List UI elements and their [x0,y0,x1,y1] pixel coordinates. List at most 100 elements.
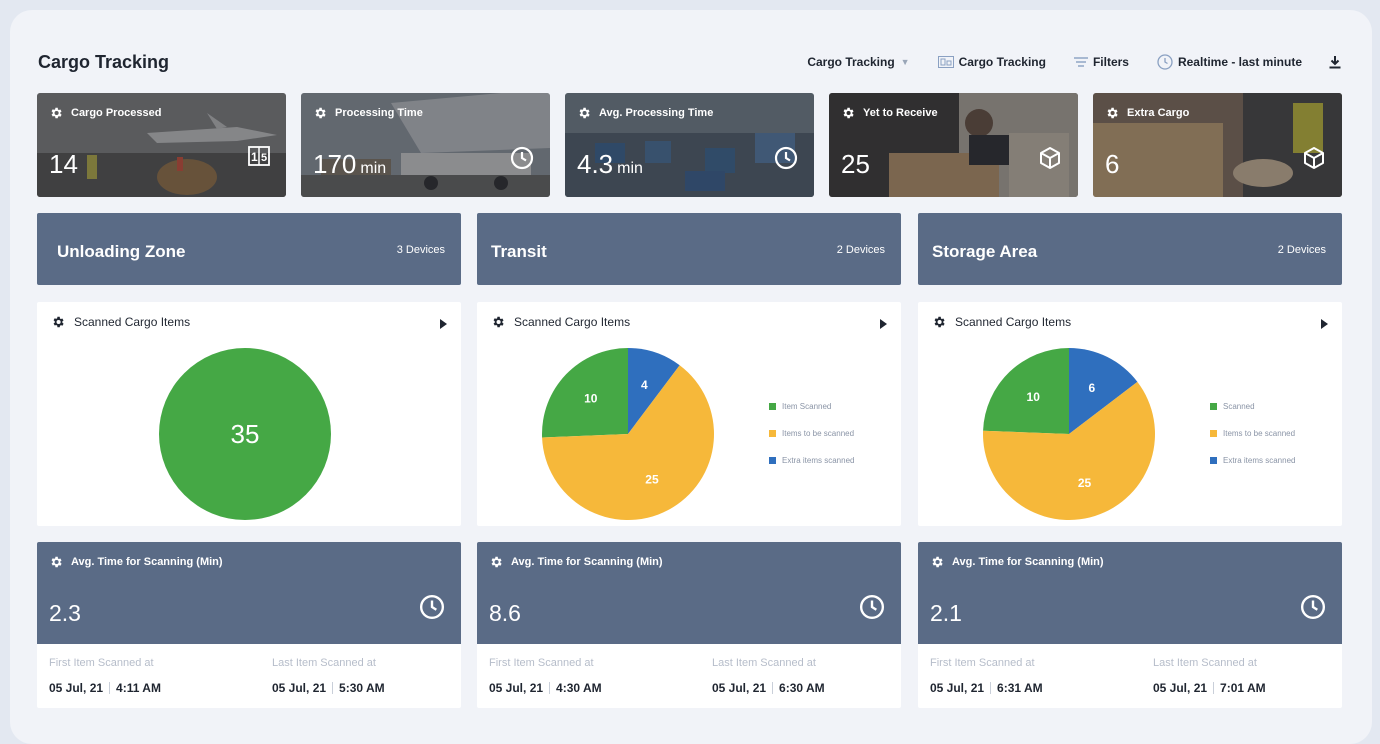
view-dropdown[interactable]: Cargo Tracking ▼ [807,55,909,69]
first-scanned-at: 05 Jul, 21 4:30 AM [489,681,602,695]
last-scanned-at: 05 Jul, 21 6:30 AM [712,681,825,695]
pie-slice-label: 25 [645,473,659,487]
scan-time-title-label: Avg. Time for Scanning (Min) [511,556,663,568]
scan-time-card-unloading: Avg. Time for Scanning (Min) 2.3 First I… [37,542,461,708]
last-scanned-at: 05 Jul, 21 7:01 AM [1153,681,1266,695]
last-scanned-time: 7:01 AM [1220,681,1266,695]
pie-slice-label: 25 [1078,476,1092,490]
scan-time-title: Avg. Time for Scanning (Min) [930,555,1104,569]
kpi-card-processing-time[interactable]: Processing Time 170 min [301,93,550,197]
legend-item: Extra items scanned [1210,447,1295,474]
legend-item: Items to be scanned [1210,420,1295,447]
pie-chart: 10 4 25 [542,348,714,520]
first-scanned-time: 6:31 AM [997,681,1043,695]
svg-text:5: 5 [261,152,267,164]
legend-label: Scanned [1223,402,1255,411]
counter-icon: 15 [248,146,270,166]
kpi-title-label: Avg. Processing Time [599,107,714,119]
clock-icon [510,146,534,170]
zone-header-unloading[interactable]: Unloading Zone 3 Devices [37,213,461,285]
scan-time-value: 2.1 [930,600,962,626]
chart-card-storage: Scanned Cargo Items 10 6 25 Scanned Items … [918,302,1342,526]
last-scanned-label: Last Item Scanned at [272,657,376,669]
kpi-card-yet-to-receive[interactable]: Yet to Receive 25 [829,93,1078,197]
view-dropdown-label: Cargo Tracking [807,55,895,69]
play-icon[interactable] [440,319,447,329]
filter-icon [1073,57,1088,67]
kpi-value-number: 170 [313,149,357,179]
pie-slice-label: 10 [584,391,598,405]
gear-icon[interactable] [51,315,65,329]
play-icon[interactable] [880,319,887,329]
gear-icon[interactable] [841,106,855,120]
first-scanned-date: 05 Jul, 21 [930,681,985,695]
first-scanned-time: 4:30 AM [556,681,602,695]
chart-title: Scanned Cargo Items [491,315,630,329]
dashboard-icon [937,56,954,68]
scan-time-title-label: Avg. Time for Scanning (Min) [71,556,223,568]
chart-card-unloading: Scanned Cargo Items 35 [37,302,461,526]
first-scanned-at: 05 Jul, 21 4:11 AM [49,681,161,695]
kpi-card-extra-cargo[interactable]: Extra Cargo 6 [1093,93,1342,197]
kpi-value: 170 min [313,149,386,180]
kpi-value: 4.3 min [577,149,643,180]
legend-label: Extra items scanned [782,456,855,465]
gear-icon[interactable] [577,106,591,120]
chart-title: Scanned Cargo Items [51,315,190,329]
gear-icon[interactable] [930,555,944,569]
last-scanned-date: 05 Jul, 21 [712,681,767,695]
last-scanned-date: 05 Jul, 21 [272,681,327,695]
zone-name: Storage Area [932,242,1038,261]
first-scanned-label: First Item Scanned at [49,657,154,669]
kpi-title-label: Processing Time [335,107,423,119]
play-icon[interactable] [1321,319,1328,329]
last-scanned-label: Last Item Scanned at [1153,657,1257,669]
last-scanned-date: 05 Jul, 21 [1153,681,1208,695]
pie-chart: 10 6 25 [983,348,1155,520]
gear-icon[interactable] [1105,106,1119,120]
clock-icon [419,594,445,620]
dashboard-button[interactable]: Cargo Tracking [937,55,1046,69]
kpi-value-number: 25 [841,149,870,179]
time-range-selector[interactable]: Realtime - last minute [1157,54,1302,70]
kpi-value: 14 [49,149,78,180]
kpi-card-cargo-processed[interactable]: Cargo Processed 14 15 [37,93,286,197]
kpi-card-avg-processing-time[interactable]: Avg. Processing Time 4.3 min [565,93,814,197]
chart-legend: Scanned Items to be scanned Extra items … [1210,393,1295,474]
first-scanned-at: 05 Jul, 21 6:31 AM [930,681,1043,695]
zone-name: Transit [491,242,547,261]
kpi-title: Extra Cargo [1105,106,1189,120]
kpi-value: 6 [1105,149,1119,180]
last-scanned-time: 5:30 AM [339,681,385,695]
zone-device-count: 2 Devices [836,244,885,256]
chart-card-transit: Scanned Cargo Items 10 4 25 Item Scanned I… [477,302,901,526]
clock-icon [1157,54,1173,70]
download-icon[interactable] [1328,55,1342,69]
toolbar: Cargo Tracking ▼ Cargo Tracking Filters … [779,54,1342,70]
legend-item: Item Scanned [769,393,854,420]
gear-icon[interactable] [49,555,63,569]
chart-title-label: Scanned Cargo Items [955,315,1072,329]
zone-header-storage[interactable]: Storage Area 2 Devices [918,213,1342,285]
clock-icon [859,594,885,620]
scan-time-value: 8.6 [489,600,521,626]
svg-text:1: 1 [251,150,258,164]
filters-label: Filters [1092,55,1129,69]
legend-label: Items to be scanned [1223,429,1296,438]
gear-icon[interactable] [49,106,63,120]
gear-icon[interactable] [489,555,503,569]
zone-header-transit[interactable]: Transit 2 Devices [477,213,901,285]
pie-slice-label: 35 [231,419,260,449]
gear-icon[interactable] [491,315,505,329]
pie-slice-label: 6 [1089,381,1096,395]
first-scanned-time: 4:11 AM [116,681,161,695]
gear-icon[interactable] [932,315,946,329]
chevron-down-icon: ▼ [900,57,910,67]
scan-time-card-storage: Avg. Time for Scanning (Min) 2.1 First I… [918,542,1342,708]
kpi-title-label: Extra Cargo [1127,107,1190,119]
pie-slice-label: 4 [641,378,648,392]
last-scanned-at: 05 Jul, 21 5:30 AM [272,681,385,695]
legend-item: Items to be scanned [769,420,854,447]
filters-button[interactable]: Filters [1073,55,1129,69]
gear-icon[interactable] [313,106,327,120]
